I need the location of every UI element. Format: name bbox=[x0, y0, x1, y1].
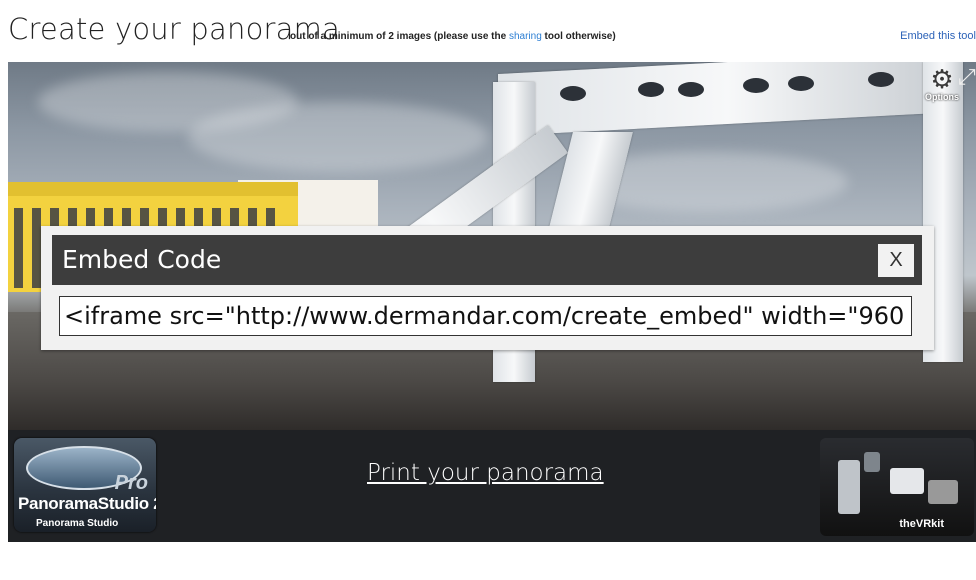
beam-hole bbox=[868, 72, 894, 87]
embed-tool-link[interactable]: Embed this tool bbox=[900, 30, 976, 42]
panorama-studio-caption: Panorama Studio bbox=[36, 518, 119, 529]
vrkit-ad[interactable]: theVRkit bbox=[820, 438, 974, 536]
options-button[interactable]: ⚙ Options bbox=[922, 66, 962, 102]
camera-mount-graphic bbox=[838, 460, 860, 514]
cloud bbox=[188, 102, 488, 172]
page-subtitle: out of a minimum of 2 images (please use… bbox=[290, 31, 616, 42]
dialog-header: Embed Code X bbox=[52, 235, 922, 285]
options-label: Options bbox=[925, 92, 959, 102]
fullscreen-icon[interactable]: ⤢ bbox=[958, 64, 976, 89]
beam-hole bbox=[743, 78, 769, 93]
dialog-title: Embed Code bbox=[62, 245, 222, 274]
pro-badge: Pro bbox=[114, 472, 148, 494]
beam-hole bbox=[560, 86, 586, 101]
embed-code-field[interactable]: <iframe src="http://www.dermandar.com/cr… bbox=[59, 296, 912, 336]
embed-code-dialog: Embed Code X <iframe src="http://www.der… bbox=[41, 226, 934, 350]
beam-hole bbox=[788, 76, 814, 91]
panorama-studio-logo[interactable]: Pro PanoramaStudio 2 Panorama Studio bbox=[14, 438, 156, 532]
close-button[interactable]: X bbox=[878, 244, 914, 277]
beam-hole bbox=[678, 82, 704, 97]
sharing-link[interactable]: sharing bbox=[509, 31, 542, 42]
panorama-studio-brand: PanoramaStudio 2 bbox=[18, 494, 156, 513]
lens-graphic bbox=[928, 480, 958, 504]
mount-head-graphic bbox=[864, 452, 880, 472]
gear-icon: ⚙ bbox=[930, 64, 954, 94]
page-header: Create your panorama out of a minimum of… bbox=[0, 0, 976, 62]
subtitle-suffix: tool otherwise) bbox=[544, 31, 616, 42]
print-panorama-link[interactable]: Print your panorama bbox=[367, 460, 604, 486]
subtitle-prefix: out of a minimum of 2 images (please use… bbox=[290, 31, 507, 42]
bottom-bar: Pro PanoramaStudio 2 Panorama Studio Pri… bbox=[8, 430, 976, 542]
box-graphic bbox=[890, 468, 924, 494]
beam-hole bbox=[638, 82, 664, 97]
vrkit-caption: theVRkit bbox=[899, 518, 944, 530]
